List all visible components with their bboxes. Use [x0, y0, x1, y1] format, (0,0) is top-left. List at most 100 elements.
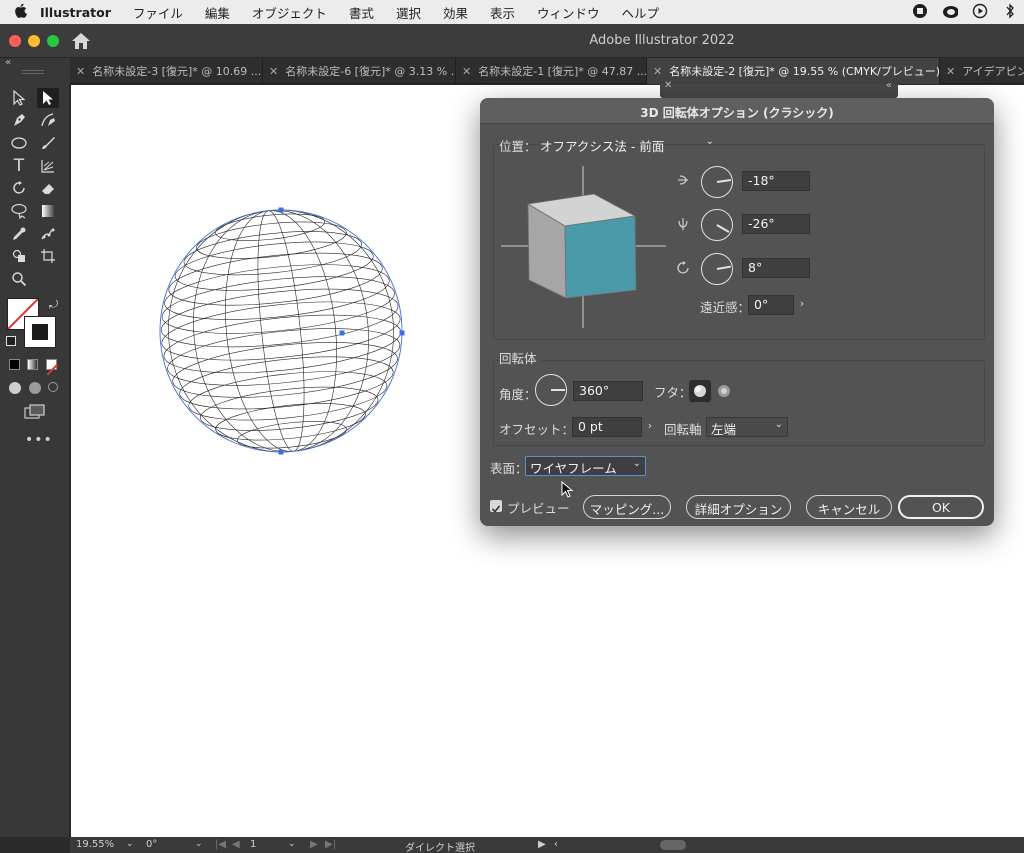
swap-fill-stroke-icon[interactable]: ⤾ [49, 298, 58, 312]
angle-field[interactable]: 360° [573, 381, 643, 401]
collapse-panel-icon[interactable]: « [886, 80, 892, 91]
position-select[interactable]: オフアクシス法 - 前面 ⌄ [536, 135, 718, 155]
record-icon[interactable] [912, 3, 928, 19]
menu-window[interactable]: ウィンドウ [537, 3, 600, 22]
menu-type[interactable]: 書式 [349, 3, 374, 22]
screen-mode-icon[interactable] [24, 404, 46, 424]
perspective-field[interactable]: 0° [748, 295, 794, 315]
apple-icon[interactable] [0, 3, 40, 22]
x-rotation-field[interactable]: -18° [742, 171, 810, 191]
rotation-value[interactable]: 0° [146, 839, 157, 850]
lasso-tool-icon[interactable] [8, 201, 30, 221]
offset-slider-arrow-icon[interactable]: › [642, 417, 658, 437]
selection-tool-icon[interactable] [8, 88, 30, 108]
curvature-tool-icon[interactable] [37, 110, 59, 130]
tab-document-3[interactable]: ✕ 名称未設定-3 [復元]* @ 10.69 ... [70, 58, 263, 84]
menu-view[interactable]: 表示 [490, 3, 515, 22]
rotation-dropdown-chevron-icon[interactable]: ⌄ [195, 839, 203, 849]
close-tab-icon[interactable]: ✕ [653, 65, 662, 78]
mapping-button[interactable]: マッピング... [583, 495, 671, 519]
artboard-dropdown-chevron-icon[interactable]: ⌄ [288, 839, 296, 849]
zoom-level[interactable]: 19.55% [76, 839, 114, 850]
preview-checkbox[interactable] [490, 500, 502, 513]
tab-document-2[interactable]: ✕ 名称未設定-2 [復元]* @ 19.55 % (CMYK/プレビュー) [647, 58, 940, 84]
panel-grip-icon[interactable] [22, 70, 44, 74]
zoom-dropdown-chevron-icon[interactable]: ⌄ [126, 839, 134, 849]
next-artboard-icon[interactable]: ▶ [310, 839, 318, 850]
direct-selection-tool-icon[interactable] [37, 88, 59, 108]
cap-off-button[interactable] [713, 380, 735, 402]
ok-button[interactable]: OK [898, 495, 984, 519]
axis-select[interactable]: 左端 ⌄ [706, 417, 788, 437]
tab-document-6[interactable]: ✕ 名称未設定-6 [復元]* @ 3.13 % ... [263, 58, 456, 84]
menu-help[interactable]: ヘルプ [622, 3, 660, 22]
x-rotation-dial[interactable] [701, 166, 733, 198]
creative-cloud-icon[interactable] [942, 3, 958, 19]
tab-document-1[interactable]: ✕ 名称未設定-1 [復元]* @ 47.87 ... [456, 58, 647, 84]
gradient-tool-icon[interactable] [37, 201, 59, 221]
none-mode-icon[interactable] [46, 359, 59, 376]
z-axis-rotation-icon [675, 260, 691, 280]
prev-artboard-icon[interactable]: ◀ [232, 839, 240, 850]
surface-select[interactable]: ワイヤフレーム ⌄ [525, 456, 646, 476]
menu-select[interactable]: 選択 [396, 3, 421, 22]
eraser-tool-icon[interactable] [37, 178, 59, 198]
draw-inside-icon[interactable] [48, 382, 58, 392]
menu-edit[interactable]: 編集 [205, 3, 230, 22]
brush-tool-icon[interactable] [37, 133, 59, 153]
cancel-button[interactable]: キャンセル [806, 495, 892, 519]
color-mode-icon[interactable] [9, 359, 20, 370]
position-label: 位置： [499, 139, 537, 154]
close-panel-icon[interactable]: ✕ [664, 80, 672, 91]
rotation-cube-preview[interactable] [498, 166, 668, 331]
tab-ideapin[interactable]: ✕ アイデアピン [940, 58, 1024, 84]
rotate-tool-icon[interactable] [8, 178, 30, 198]
zoom-tool-icon[interactable] [8, 269, 30, 289]
offset-field[interactable]: 0 pt [572, 417, 642, 437]
z-rotation-field[interactable]: 8° [742, 258, 810, 278]
artboard-tool-icon[interactable] [37, 246, 59, 266]
menu-file[interactable]: ファイル [133, 3, 183, 22]
title-bar: Adobe Illustrator 2022 [0, 24, 1024, 58]
wireframe-sphere[interactable] [151, 201, 411, 461]
horizontal-scrollbar-thumb[interactable] [660, 840, 686, 850]
scroll-left-icon[interactable]: ‹ [554, 839, 558, 850]
close-tab-icon[interactable]: ✕ [462, 65, 471, 78]
cap-on-button[interactable] [689, 380, 711, 402]
cap-label: フタ： [654, 385, 692, 400]
gradient-mode-icon[interactable] [27, 359, 38, 370]
draw-behind-icon[interactable] [29, 382, 41, 394]
perspective-slider-arrow-icon[interactable]: › [794, 295, 810, 315]
draw-normal-icon[interactable] [9, 382, 21, 394]
close-tab-icon[interactable]: ✕ [946, 65, 955, 78]
z-rotation-dial[interactable] [701, 253, 733, 285]
puppet-warp-tool-icon[interactable] [37, 224, 59, 244]
first-artboard-icon[interactable]: |◀ [215, 839, 226, 850]
y-rotation-field[interactable]: -26° [742, 214, 810, 234]
bluetooth-icon[interactable] [1002, 3, 1018, 19]
default-fill-stroke-icon[interactable] [6, 336, 16, 346]
menu-effect[interactable]: 効果 [443, 3, 468, 22]
status-menu-arrow-icon[interactable]: ▶ [538, 839, 546, 850]
last-artboard-icon[interactable]: ▶| [325, 839, 336, 850]
more-tools-icon[interactable]: ••• [25, 432, 53, 448]
pen-tool-icon[interactable] [8, 110, 30, 130]
collapse-panel-icon[interactable]: « [5, 57, 11, 68]
angle-dial[interactable] [535, 374, 567, 406]
close-tab-icon[interactable]: ✕ [76, 65, 85, 78]
stroke-swatch[interactable] [24, 316, 56, 348]
type-tool-icon[interactable]: T [8, 156, 30, 176]
app-menu[interactable]: Illustrator [40, 5, 111, 20]
more-options-button[interactable]: 詳細オプション [686, 495, 791, 519]
shape-builder-tool-icon[interactable] [8, 246, 30, 266]
graph-tool-icon[interactable] [37, 156, 59, 176]
play-icon[interactable] [972, 3, 988, 19]
status-bar: 19.55% ⌄ 0° ⌄ |◀ ◀ 1 ⌄ ▶ ▶| ダイレクト選択 ▶ ‹ [70, 837, 1024, 853]
eyedropper-tool-icon[interactable] [8, 224, 30, 244]
artboard-number[interactable]: 1 [250, 839, 256, 850]
menu-object[interactable]: オブジェクト [252, 3, 327, 22]
ellipse-tool-icon[interactable] [8, 133, 30, 153]
y-rotation-dial[interactable] [701, 209, 733, 241]
close-tab-icon[interactable]: ✕ [269, 65, 278, 78]
collapsed-panel-strip: ✕ « [660, 80, 898, 98]
